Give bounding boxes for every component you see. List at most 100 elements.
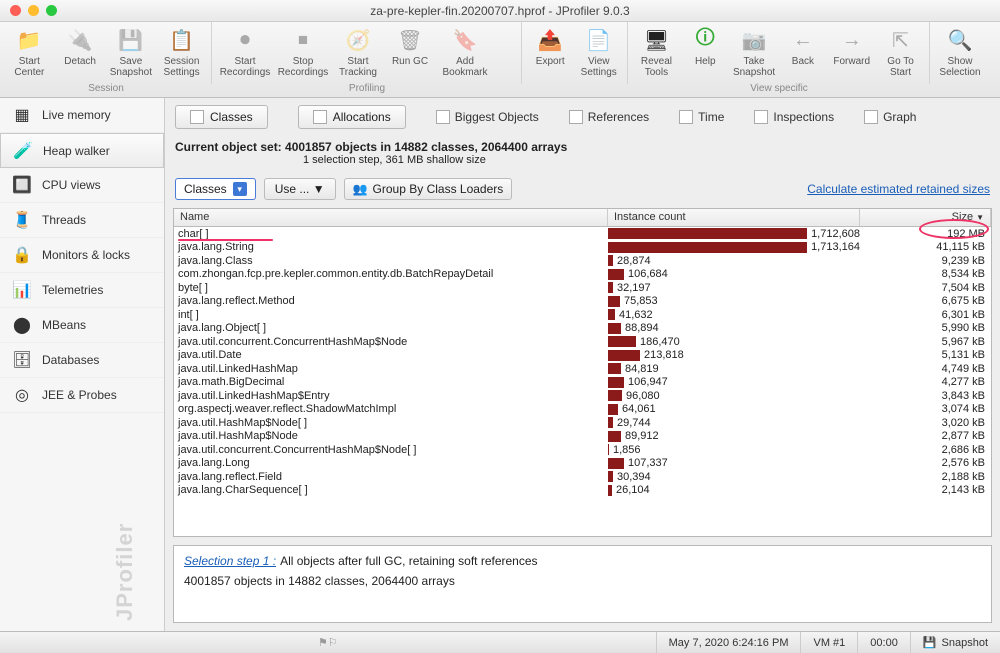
cell-name: int[ ] bbox=[174, 309, 608, 321]
group-by-classloaders-button[interactable]: 👥Group By Class Loaders bbox=[344, 178, 513, 200]
sidebar-item-threads[interactable]: 🧵Threads bbox=[0, 203, 164, 238]
run-gc-button[interactable]: 🗑Run GC bbox=[384, 22, 436, 84]
flag-icon[interactable]: ⚑⚐ bbox=[318, 636, 338, 649]
cell-size: 3,843 kB bbox=[860, 390, 991, 402]
cell-size: 3,074 kB bbox=[860, 403, 991, 415]
table-row[interactable]: java.lang.Object[ ]88,8945,990 kB bbox=[174, 322, 991, 336]
table-row[interactable]: java.lang.Class28,8749,239 kB bbox=[174, 254, 991, 268]
lock-icon: 🔒 bbox=[12, 245, 32, 265]
cell-size: 5,967 kB bbox=[860, 336, 991, 348]
help-button[interactable]: 🛈Help bbox=[681, 22, 730, 84]
tab-classes[interactable]: Classes bbox=[175, 105, 268, 129]
table-row[interactable]: java.util.HashMap$Node89,9122,877 kB bbox=[174, 430, 991, 444]
cell-size: 6,675 kB bbox=[860, 295, 991, 307]
cell-name: java.lang.String bbox=[174, 241, 608, 253]
status-mode: Snapshot bbox=[942, 637, 988, 649]
calc-retained-sizes-link[interactable]: Calculate estimated retained sizes bbox=[807, 182, 990, 196]
use-menu-button[interactable]: Use ... ▼ bbox=[264, 178, 336, 200]
stop-recordings-button[interactable]: ⏹StopRecordings bbox=[274, 22, 332, 84]
classes-table: Name Instance count Size char[ ]1,712,60… bbox=[173, 208, 992, 537]
selection-step-link[interactable]: Selection step 1 : bbox=[184, 554, 276, 568]
cell-name: java.util.concurrent.ConcurrentHashMap$N… bbox=[174, 336, 608, 348]
time-icon bbox=[679, 110, 693, 124]
record-icon: ⏺ bbox=[231, 26, 259, 54]
biggest-icon bbox=[436, 110, 450, 124]
col-header-count[interactable]: Instance count bbox=[608, 209, 860, 226]
table-row[interactable]: java.util.concurrent.ConcurrentHashMap$N… bbox=[174, 335, 991, 349]
sidebar-item-live-memory[interactable]: ▦Live memory bbox=[0, 98, 164, 133]
sidebar-item-jee-probes[interactable]: ◎JEE & Probes bbox=[0, 378, 164, 413]
sidebar-item-heap-walker[interactable]: 🧪Heap walker bbox=[0, 133, 164, 168]
table-row[interactable]: com.zhongan.fcp.pre.kepler.common.entity… bbox=[174, 268, 991, 282]
forward-button[interactable]: →Forward bbox=[827, 22, 876, 84]
sidebar-item-cpu-views[interactable]: 🔲CPU views bbox=[0, 168, 164, 203]
cell-count: 89,912 bbox=[608, 430, 860, 442]
tab-references[interactable]: References bbox=[569, 110, 649, 124]
save-icon: 💾 bbox=[117, 26, 145, 54]
table-row[interactable]: java.lang.String1,713,16441,115 kB bbox=[174, 241, 991, 255]
cell-name: char[ ] bbox=[174, 228, 608, 240]
table-row[interactable]: org.aspectj.weaver.reflect.ShadowMatchIm… bbox=[174, 403, 991, 417]
cell-count: 106,947 bbox=[608, 376, 860, 388]
cell-size: 2,576 kB bbox=[860, 457, 991, 469]
watermark: JProfiler bbox=[112, 523, 138, 621]
tab-allocations[interactable]: Allocations bbox=[298, 105, 406, 129]
gc-icon: 🗑 bbox=[396, 26, 424, 54]
start-center-button[interactable]: 📁StartCenter bbox=[4, 22, 55, 84]
cell-count: 32,197 bbox=[608, 282, 860, 294]
group-label: Session bbox=[0, 83, 212, 97]
sidebar-item-mbeans[interactable]: ⬤MBeans bbox=[0, 308, 164, 343]
table-row[interactable]: byte[ ]32,1977,504 kB bbox=[174, 281, 991, 295]
view-settings-button[interactable]: 📄ViewSettings bbox=[575, 22, 624, 84]
start-recordings-button[interactable]: ⏺StartRecordings bbox=[216, 22, 274, 84]
add-bookmark-button[interactable]: 🔖AddBookmark bbox=[436, 22, 494, 84]
table-row[interactable]: java.util.HashMap$Node[ ]29,7443,020 kB bbox=[174, 416, 991, 430]
table-row[interactable]: java.lang.CharSequence[ ]26,1042,143 kB bbox=[174, 484, 991, 498]
cell-count: 41,632 bbox=[608, 309, 860, 321]
show-selection-button[interactable]: 🔍ShowSelection bbox=[934, 22, 986, 84]
settings-icon: 📋 bbox=[168, 26, 196, 54]
detach-button[interactable]: 🔌Detach bbox=[55, 22, 106, 84]
table-row[interactable]: java.util.LinkedHashMap$Entry96,0803,843… bbox=[174, 389, 991, 403]
save-snapshot-button[interactable]: 💾SaveSnapshot bbox=[106, 22, 157, 84]
table-row[interactable]: java.util.LinkedHashMap84,8194,749 kB bbox=[174, 362, 991, 376]
start-tracking-button[interactable]: 🧭StartTracking bbox=[332, 22, 384, 84]
cell-count: 1,713,164 bbox=[608, 241, 860, 253]
goto-start-button[interactable]: ⇱Go ToStart bbox=[876, 22, 925, 84]
stop-icon: ⏹ bbox=[289, 26, 317, 54]
session-settings-button[interactable]: 📋SessionSettings bbox=[156, 22, 207, 84]
classes-icon bbox=[190, 110, 204, 124]
object-set-summary: Current object set: 4001857 objects in 1… bbox=[175, 140, 990, 154]
forward-icon: → bbox=[838, 26, 866, 54]
tab-inspections[interactable]: Inspections bbox=[754, 110, 834, 124]
cell-count: 96,080 bbox=[608, 390, 860, 402]
tab-biggest-objects[interactable]: Biggest Objects bbox=[436, 110, 539, 124]
table-row[interactable]: java.lang.reflect.Field30,3942,188 kB bbox=[174, 470, 991, 484]
table-row[interactable]: java.lang.reflect.Method75,8536,675 kB bbox=[174, 295, 991, 309]
tab-graph[interactable]: Graph bbox=[864, 110, 916, 124]
cell-name: java.util.HashMap$Node[ ] bbox=[174, 417, 608, 429]
table-row[interactable]: java.util.concurrent.ConcurrentHashMap$N… bbox=[174, 443, 991, 457]
back-button[interactable]: ←Back bbox=[778, 22, 827, 84]
sidebar-item-databases[interactable]: 🗄Databases bbox=[0, 343, 164, 378]
col-header-name[interactable]: Name bbox=[174, 209, 608, 226]
sidebar-item-monitors-locks[interactable]: 🔒Monitors & locks bbox=[0, 238, 164, 273]
reveal-tools-button[interactable]: 🖥RevealTools bbox=[632, 22, 681, 84]
table-row[interactable]: java.util.Date213,8185,131 kB bbox=[174, 349, 991, 363]
cell-name: org.aspectj.weaver.reflect.ShadowMatchIm… bbox=[174, 403, 608, 415]
table-row[interactable]: char[ ]1,712,608192 MB bbox=[174, 227, 991, 241]
status-vm: VM #1 bbox=[800, 632, 857, 653]
export-button[interactable]: 📤Export bbox=[526, 22, 575, 84]
cell-name: java.util.HashMap$Node bbox=[174, 430, 608, 442]
tab-time[interactable]: Time bbox=[679, 110, 724, 124]
cell-name: java.lang.CharSequence[ ] bbox=[174, 484, 608, 496]
table-row[interactable]: java.lang.Long107,3372,576 kB bbox=[174, 457, 991, 471]
cell-size: 2,188 kB bbox=[860, 471, 991, 483]
class-mode-select[interactable]: Classes▾ bbox=[175, 178, 256, 200]
sidebar-item-telemetries[interactable]: 📊Telemetries bbox=[0, 273, 164, 308]
table-row[interactable]: int[ ]41,6326,301 kB bbox=[174, 308, 991, 322]
cell-name: java.util.concurrent.ConcurrentHashMap$N… bbox=[174, 444, 608, 456]
take-snapshot-button[interactable]: 📷TakeSnapshot bbox=[730, 22, 779, 84]
table-row[interactable]: java.math.BigDecimal106,9474,277 kB bbox=[174, 376, 991, 390]
cell-name: java.lang.Object[ ] bbox=[174, 322, 608, 334]
